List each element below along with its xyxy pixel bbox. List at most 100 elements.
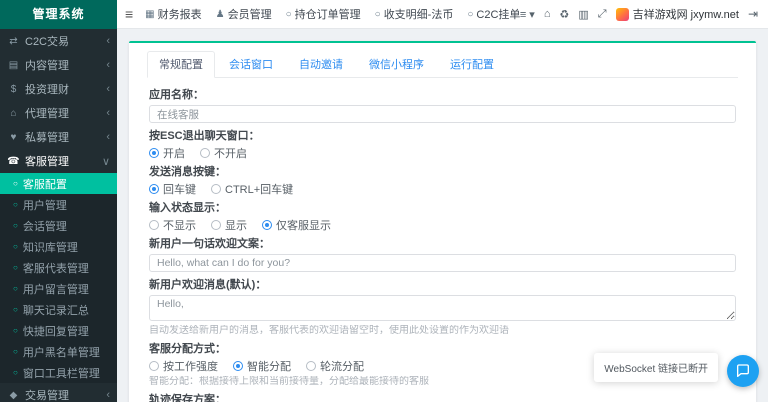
- app-title: 管理系统: [0, 0, 117, 29]
- nav-link-label: 会员管理: [228, 6, 272, 22]
- circle-icon: ○: [13, 200, 18, 209]
- tab-general[interactable]: 常规配置: [147, 51, 215, 78]
- nav-link-member-manage[interactable]: ♟会员管理: [216, 6, 272, 22]
- sidebar-subitem-service-reps[interactable]: ○ 客服代表管理: [0, 257, 117, 278]
- fullscreen-icon[interactable]: ⤢: [598, 8, 607, 21]
- radio-assign-mode-1[interactable]: 智能分配: [233, 358, 291, 374]
- subitem-label: 客服代表管理: [23, 260, 89, 276]
- trash-icon[interactable]: ♻: [559, 8, 569, 21]
- sidebar-subitem-knowledge-base[interactable]: ○知识库管理: [0, 236, 117, 257]
- radio-typing-indicator-2[interactable]: 仅客服显示: [262, 217, 331, 233]
- welcome-text-input[interactable]: [149, 254, 736, 272]
- radio-label: 轮流分配: [320, 358, 364, 374]
- shield-icon: ◆: [7, 390, 20, 401]
- sidebar-subitem-service-config[interactable]: ○客服配置: [0, 173, 117, 194]
- sidebar-subitem-session-manage[interactable]: ○ 会话管理: [0, 215, 117, 236]
- submenu-customer-service: ○客服配置○用户管理○会话管理○知识库管理○客服代表管理○用户留言管理○聊天记录…: [0, 173, 117, 383]
- websocket-toast: WebSocket 链接已断开: [594, 353, 718, 382]
- chart-icon: ▦: [145, 9, 154, 20]
- app-window: 管理系统 ⇄C2C交易‹▤内容管理‹$投资理财‹⌂代理管理‹♥私募管理‹☎客服管…: [0, 0, 768, 402]
- field-typing-indicator: 输入状态显示： 不显示显示 仅客服显示: [149, 201, 736, 231]
- subitem-label: 聊天记录汇总: [23, 302, 89, 318]
- sidebar-subitem-user-manage[interactable]: ○ 用户管理: [0, 194, 117, 215]
- chevron-left-icon: ‹: [106, 131, 110, 143]
- nav-link-finance-report[interactable]: ▦ 财务报表: [145, 6, 201, 22]
- circle-icon: ○: [13, 284, 18, 293]
- nav-link-income-details[interactable]: ○收支明细-法币: [375, 6, 454, 22]
- subitem-label: 知识库管理: [23, 239, 78, 255]
- site-link[interactable]: 吉祥游戏网 jxymw.net: [616, 6, 739, 22]
- heart-icon: ♥: [7, 132, 20, 143]
- chat-fab-button[interactable]: [727, 355, 759, 387]
- sidebar-item-c2c-trade[interactable]: ⇄C2C交易‹: [0, 29, 117, 53]
- nav-tools: ≡ ▾ ⌂ ♻ ▥ ⤢: [520, 8, 607, 21]
- sidebar-subitem-window-toolbar[interactable]: ○窗口工具栏管理: [0, 362, 117, 383]
- field-label: 发送消息按键：: [149, 165, 736, 179]
- field-welcome-text: 新用户一句话欢迎文案：: [149, 237, 736, 272]
- radio-typing-indicator-1[interactable]: 显示: [211, 217, 247, 233]
- subitem-label: 用户管理: [23, 197, 67, 213]
- radio-icon: [306, 361, 316, 371]
- field-label: 输入状态显示：: [149, 201, 736, 215]
- sidebar-menu: ⇄C2C交易‹▤内容管理‹$投资理财‹⌂代理管理‹♥私募管理‹☎客服管理∨○客服…: [0, 29, 117, 402]
- sidebar-item-customer-service[interactable]: ☎客服管理∨: [0, 149, 117, 173]
- radio-label: 不开启: [214, 145, 247, 161]
- content-icon: ▤: [7, 60, 20, 71]
- sidebar-item-label: 代理管理: [25, 105, 106, 121]
- subitem-label: 窗口工具栏管理: [23, 365, 100, 381]
- circle-icon: ○: [13, 221, 18, 230]
- menu-dropdown-icon[interactable]: ≡ ▾: [520, 8, 535, 21]
- sidebar-item-trade-manage[interactable]: ◆交易管理‹: [0, 383, 117, 402]
- subitem-label: 客服配置: [23, 176, 67, 192]
- subitem-label: 快捷回复管理: [23, 323, 89, 339]
- notes-icon[interactable]: ▥: [578, 8, 588, 21]
- radio-icon: [262, 220, 272, 230]
- sidebar-item-content-manage[interactable]: ▤内容管理‹: [0, 53, 117, 77]
- radio-label: 不显示: [163, 217, 196, 233]
- field-label: 轨迹保存方案：: [149, 393, 736, 402]
- subitem-label: 会话管理: [23, 218, 67, 234]
- radio-label: 仅客服显示: [276, 217, 331, 233]
- radio-send-key-0[interactable]: 回车键: [149, 181, 196, 197]
- nav-link-label: 财务报表: [158, 6, 202, 22]
- radio-label: 开启: [163, 145, 185, 161]
- send-key-radio-group: 回车键 CTRL+回车键: [149, 182, 736, 195]
- radio-typing-indicator-0[interactable]: 不显示: [149, 217, 196, 233]
- radio-icon: [149, 148, 159, 158]
- circle-icon: ○: [375, 9, 381, 20]
- app-name-input[interactable]: [149, 105, 736, 123]
- field-app-name: 应用名称：: [149, 88, 736, 123]
- site-name: 吉祥游戏网 jxymw.net: [633, 6, 739, 22]
- field-hint: 自动发送给新用户的消息，客服代表的欢迎语留空时，使用此处设置的作为欢迎语: [149, 325, 736, 336]
- radio-icon: [149, 220, 159, 230]
- sidebar-item-label: 投资理财: [25, 81, 106, 97]
- sidebar-item-investment[interactable]: $投资理财‹: [0, 77, 117, 101]
- home-icon[interactable]: ⌂: [544, 8, 551, 20]
- radio-send-key-1[interactable]: CTRL+回车键: [211, 181, 293, 197]
- nav-link-position-orders[interactable]: ○持仓订单管理: [286, 6, 361, 22]
- sidebar-item-private-fund[interactable]: ♥私募管理‹: [0, 125, 117, 149]
- field-track-save: 轨迹保存方案：保留7天保留30天保留60天永久保留: [149, 393, 736, 402]
- hamburger-icon[interactable]: ≡: [125, 6, 133, 22]
- radio-label: 回车键: [163, 181, 196, 197]
- tab-auto-invite[interactable]: 自动邀请: [287, 51, 355, 78]
- radio-esc-exit-0[interactable]: 开启: [149, 145, 185, 161]
- main-area: ≡ ▦财务报表♟会员管理○持仓订单管理○收支明细-法币○C2C挂单管理○私募设置…: [117, 0, 768, 402]
- radio-assign-mode-0[interactable]: 按工作强度: [149, 358, 218, 374]
- sidebar-subitem-user-messages[interactable]: ○用户留言管理: [0, 278, 117, 299]
- welcome-message-textarea[interactable]: [149, 295, 736, 321]
- circle-icon: ○: [13, 263, 18, 272]
- radio-assign-mode-2[interactable]: 轮流分配: [306, 358, 364, 374]
- sidebar-subitem-user-blacklist[interactable]: ○用户黑名单管理: [0, 341, 117, 362]
- logout-icon[interactable]: ⇥: [748, 7, 758, 21]
- tab-session-window[interactable]: 会话窗口: [217, 51, 285, 78]
- sidebar-subitem-quick-replies[interactable]: ○快捷回复管理: [0, 320, 117, 341]
- sidebar-item-agent-manage[interactable]: ⌂代理管理‹: [0, 101, 117, 125]
- typing-indicator-radio-group: 不显示显示 仅客服显示: [149, 218, 736, 231]
- tab-runtime[interactable]: 运行配置: [438, 51, 506, 78]
- radio-esc-exit-1[interactable]: 不开启: [200, 145, 247, 161]
- settings-card: 常规配置会话窗口自动邀请微信小程序运行配置 应用名称：按ESC退出聊天窗口：开启…: [129, 41, 756, 402]
- sidebar-subitem-chat-records[interactable]: ○聊天记录汇总: [0, 299, 117, 320]
- tab-wechat-mini[interactable]: 微信小程序: [357, 51, 436, 78]
- nav-link-c2c-orders[interactable]: ○C2C挂单管理: [467, 6, 519, 22]
